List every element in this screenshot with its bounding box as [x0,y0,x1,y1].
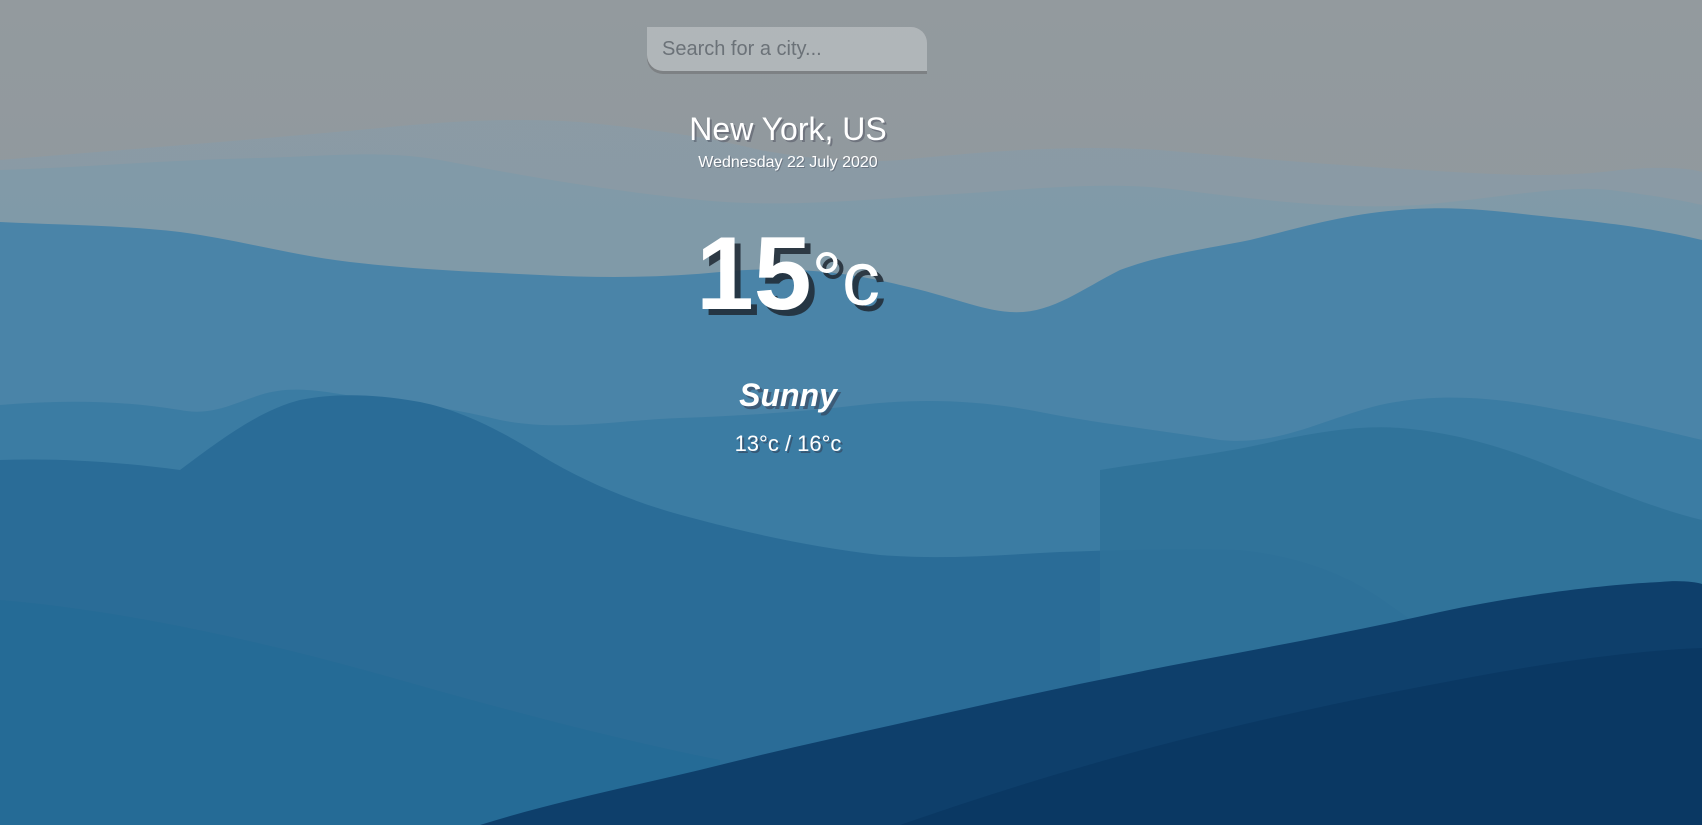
weather-app: New York, US Wednesday 22 July 2020 15°c… [0,0,1702,825]
temperature-value: 15 [695,216,812,332]
temperature-display: 15°c [0,222,1576,326]
temperature-unit: °c [811,237,881,322]
hi-lo-temperature: 13°c / 16°c [734,431,842,456]
date-label: Wednesday 22 July 2020 [698,154,878,171]
weather-condition: Sunny [739,377,837,413]
location-label: New York, US [689,111,887,147]
search-input[interactable] [647,27,927,71]
